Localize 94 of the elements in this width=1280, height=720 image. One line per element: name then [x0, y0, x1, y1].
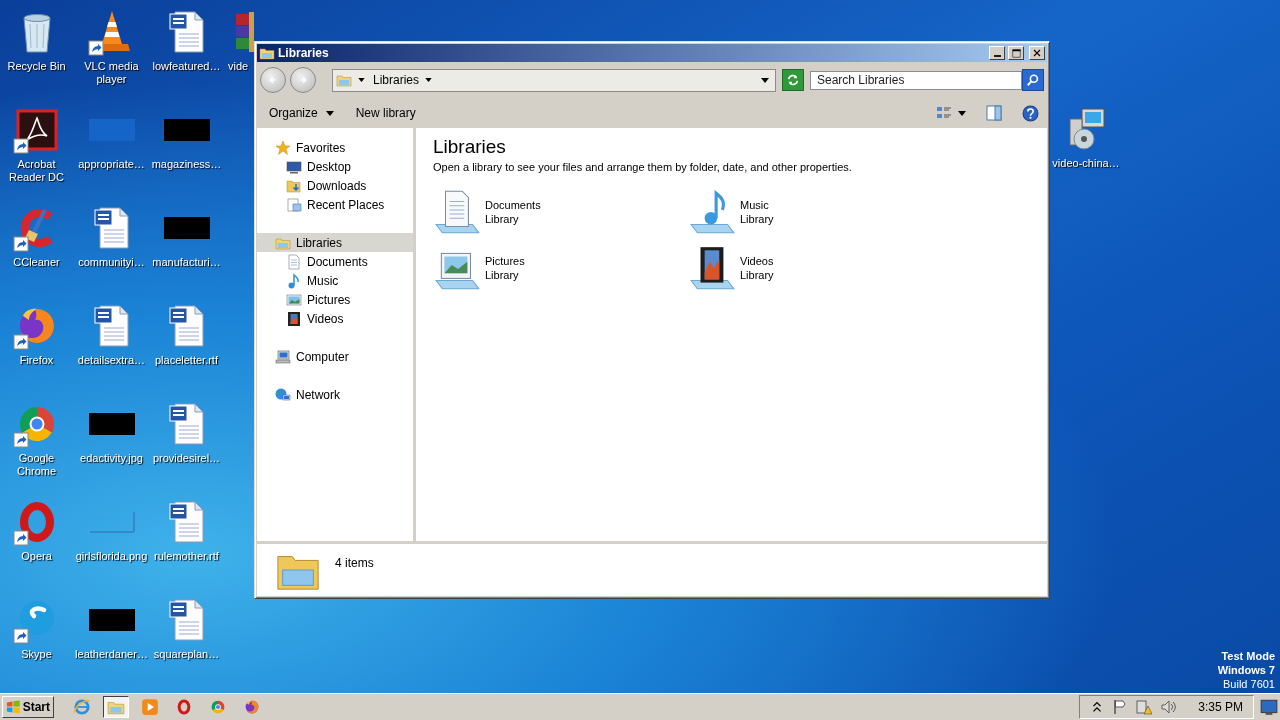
minimize-button[interactable] [989, 46, 1005, 60]
nav-item[interactable]: Music [257, 271, 413, 290]
dropdown-caret-icon[interactable] [761, 77, 769, 83]
library-name[interactable]: Documents [485, 198, 541, 212]
library-type: Library [740, 268, 774, 282]
forward-button[interactable] [290, 67, 316, 93]
image-thumbnail-icon[interactable] [163, 217, 210, 239]
help-icon[interactable] [1022, 104, 1039, 122]
desktop-icon-label[interactable]: communityi… [78, 256, 145, 269]
refresh-icon [786, 73, 800, 87]
desktop-icon-label[interactable]: Firefox [19, 354, 54, 367]
toolbar-button[interactable]: New library [349, 104, 422, 122]
show-desktop-icon[interactable] [1260, 698, 1278, 716]
nav-item[interactable]: Libraries [257, 233, 413, 252]
caret-icon [325, 110, 334, 116]
browser-icon [209, 698, 227, 716]
desktop-icon-label[interactable]: manufacturi… [152, 256, 221, 269]
taskbar-app-button[interactable] [103, 696, 129, 718]
nav-item[interactable]: Recent Places [257, 195, 413, 214]
browser-icon [243, 698, 261, 716]
image-thumbnail-icon[interactable] [88, 413, 135, 435]
description-text: Open a library to see your files and arrange them by folder, date, and other properties. [433, 161, 853, 173]
music-note-icon [286, 272, 302, 289]
preview-pane-icon[interactable] [986, 105, 1002, 121]
caret-icon [425, 78, 433, 82]
image-thumbnail-icon[interactable] [163, 119, 210, 141]
caret-icon[interactable] [958, 110, 966, 116]
desktop-icon-label[interactable]: VLC media player [84, 60, 139, 86]
close-button[interactable] [1029, 46, 1045, 60]
play-icon [141, 698, 159, 716]
clock[interactable]: 3:35 PM [1198, 700, 1243, 714]
library-type: Library [740, 212, 774, 226]
desktop-icon-label[interactable]: vide [228, 60, 249, 73]
close-icon [1033, 49, 1041, 57]
desktop-icon-label[interactable]: Recycle Bin [7, 60, 66, 73]
os-watermark-text: Test Mode [1221, 649, 1275, 663]
library-type: Library [485, 268, 520, 282]
search-field[interactable]: Search Libraries [810, 70, 1022, 90]
desktop-icon-label[interactable]: lowfeatured… [152, 60, 221, 73]
minimize-icon [993, 55, 1001, 57]
toolbar-button[interactable]: Organize [263, 104, 340, 122]
library-name[interactable]: Videos [740, 254, 774, 268]
address-bar[interactable]: Libraries [332, 68, 776, 92]
library-type: Library [485, 212, 520, 226]
search-button[interactable] [1022, 69, 1044, 91]
desktop-icon-label[interactable]: magaziness… [151, 158, 222, 171]
globe-icon [275, 386, 291, 403]
image-thumbnail-icon[interactable] [88, 119, 135, 141]
film-icon [286, 310, 302, 327]
nav-item[interactable]: Videos [257, 309, 413, 328]
library-name[interactable]: Music [740, 198, 774, 212]
nav-item[interactable]: Desktop [257, 157, 413, 176]
library-icon [259, 45, 275, 61]
download-folder-icon [286, 177, 302, 194]
desktop-icon-label[interactable]: CCleaner [13, 256, 60, 269]
nav-item[interactable]: Favorites [257, 138, 413, 157]
os-watermark-text: Windows 7 [1217, 663, 1275, 677]
desktop-icon-label[interactable]: detailsextra… [77, 354, 146, 367]
desktop-icon-label[interactable]: video-china… [1052, 157, 1120, 170]
nav-item[interactable]: Documents [257, 252, 413, 271]
nav-item[interactable]: Computer [257, 347, 413, 366]
recent-places-icon [286, 196, 302, 213]
nav-item[interactable]: Network [257, 385, 413, 404]
maximize-button[interactable] [1008, 46, 1024, 60]
refresh-button[interactable] [782, 69, 804, 91]
browser-icon [73, 698, 91, 716]
search-icon [1026, 73, 1040, 87]
monitor-icon [286, 158, 302, 175]
computer-icon [275, 348, 291, 365]
page-heading: Libraries [433, 136, 507, 158]
desktop-icon-label[interactable]: Acrobat Reader DC [9, 158, 64, 184]
nav-item[interactable]: Downloads [257, 176, 413, 195]
maximize-icon [1011, 48, 1021, 58]
item-count: 4 items [335, 556, 374, 570]
window-title: Libraries [278, 46, 330, 60]
image-thumbnail-icon[interactable] [88, 511, 135, 533]
library-name[interactable]: Pictures [485, 254, 525, 268]
desktop-icon-label[interactable]: placeletter.rtf [155, 354, 218, 367]
start-button[interactable]: Start [2, 696, 54, 718]
document-icon [286, 253, 302, 270]
oval-ring-icon [175, 698, 193, 716]
picture-icon [286, 291, 302, 308]
desktop-icon-label[interactable]: appropriate… [78, 158, 145, 171]
os-watermark-text: Build 7601 [1223, 677, 1275, 691]
breadcrumb-button[interactable]: Libraries [371, 73, 435, 87]
back-button[interactable] [260, 67, 286, 93]
windows-logo-icon [6, 699, 21, 715]
volume-icon[interactable] [1160, 699, 1177, 715]
caret-icon[interactable] [358, 78, 365, 82]
nav-item[interactable]: Pictures [257, 290, 413, 309]
star-icon [275, 139, 291, 156]
image-thumbnail-icon[interactable] [88, 609, 135, 631]
library-icon [336, 72, 352, 88]
power-warning-icon[interactable] [1136, 699, 1153, 715]
